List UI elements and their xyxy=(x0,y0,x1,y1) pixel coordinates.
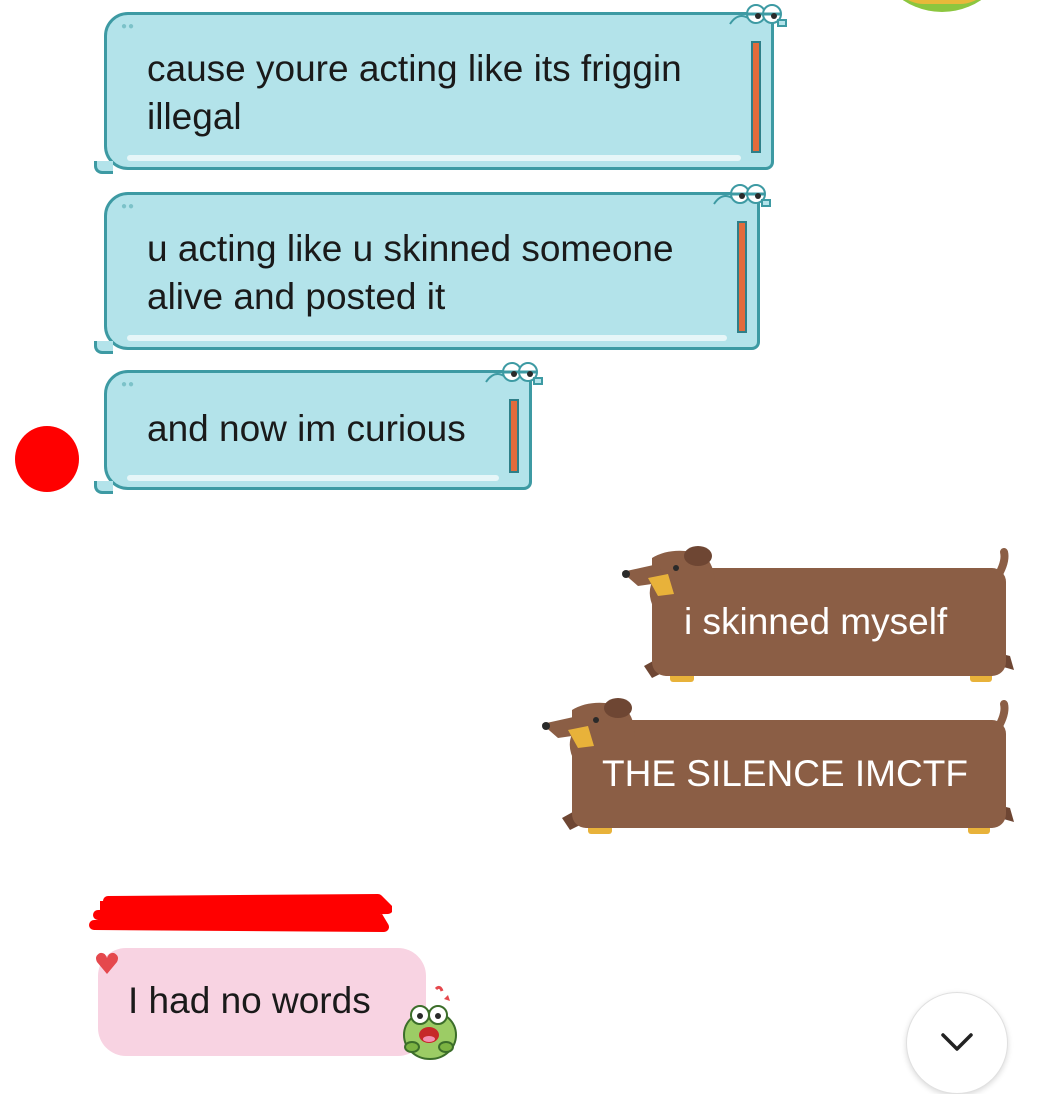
crocodile-bubble: ●● u acting like u skinned someone alive… xyxy=(104,192,760,350)
redacted-avatar xyxy=(15,426,79,492)
sent-message[interactable]: THE SILENCE IMCTF xyxy=(542,698,1018,846)
bubble-belly xyxy=(127,335,727,341)
crocodile-eyes-icon xyxy=(729,4,787,27)
crocodile-eyes-icon xyxy=(713,184,771,207)
scroll-to-bottom-button[interactable] xyxy=(906,992,1008,1094)
received-message[interactable]: ●● cause youre acting like its friggin i… xyxy=(94,4,787,174)
message-text: THE SILENCE IMCTF xyxy=(602,753,968,794)
received-message[interactable]: ●● and now im curious xyxy=(94,362,544,494)
crocodile-tail xyxy=(94,341,113,354)
crocodile-mouth xyxy=(751,41,761,153)
crocodile-mouth xyxy=(509,399,519,473)
message-text: cause youre acting like its friggin ille… xyxy=(147,48,682,137)
redacted-name xyxy=(89,894,392,932)
bubble-belly xyxy=(127,155,741,161)
bubble-belly xyxy=(127,475,499,481)
message-text: u acting like u skinned someone alive an… xyxy=(147,228,674,317)
nostril-dots: ●● xyxy=(121,379,136,390)
sent-message[interactable]: i skinned myself xyxy=(622,546,1018,694)
crocodile-eyes-icon xyxy=(485,362,543,385)
reply-message[interactable]: I had no words xyxy=(98,948,426,1056)
avatar-detail xyxy=(890,0,994,4)
crocodile-mouth xyxy=(737,221,747,333)
nostril-dots: ●● xyxy=(121,21,136,32)
crocodile-tail xyxy=(94,481,113,494)
nostril-dots: ●● xyxy=(121,201,136,212)
message-text: and now im curious xyxy=(147,408,466,449)
received-message[interactable]: ●● u acting like u skinned someone alive… xyxy=(94,184,772,354)
chevron-down-icon xyxy=(941,1033,973,1051)
message-text: i skinned myself xyxy=(684,601,948,642)
message-text: I had no words xyxy=(128,980,371,1021)
frog-sticker-icon xyxy=(403,985,457,1060)
crocodile-bubble: ●● and now im curious xyxy=(104,370,532,490)
avatar[interactable] xyxy=(872,0,1012,12)
crocodile-bubble: ●● cause youre acting like its friggin i… xyxy=(104,12,774,170)
crocodile-tail xyxy=(94,161,113,174)
heart-icon xyxy=(96,952,118,974)
